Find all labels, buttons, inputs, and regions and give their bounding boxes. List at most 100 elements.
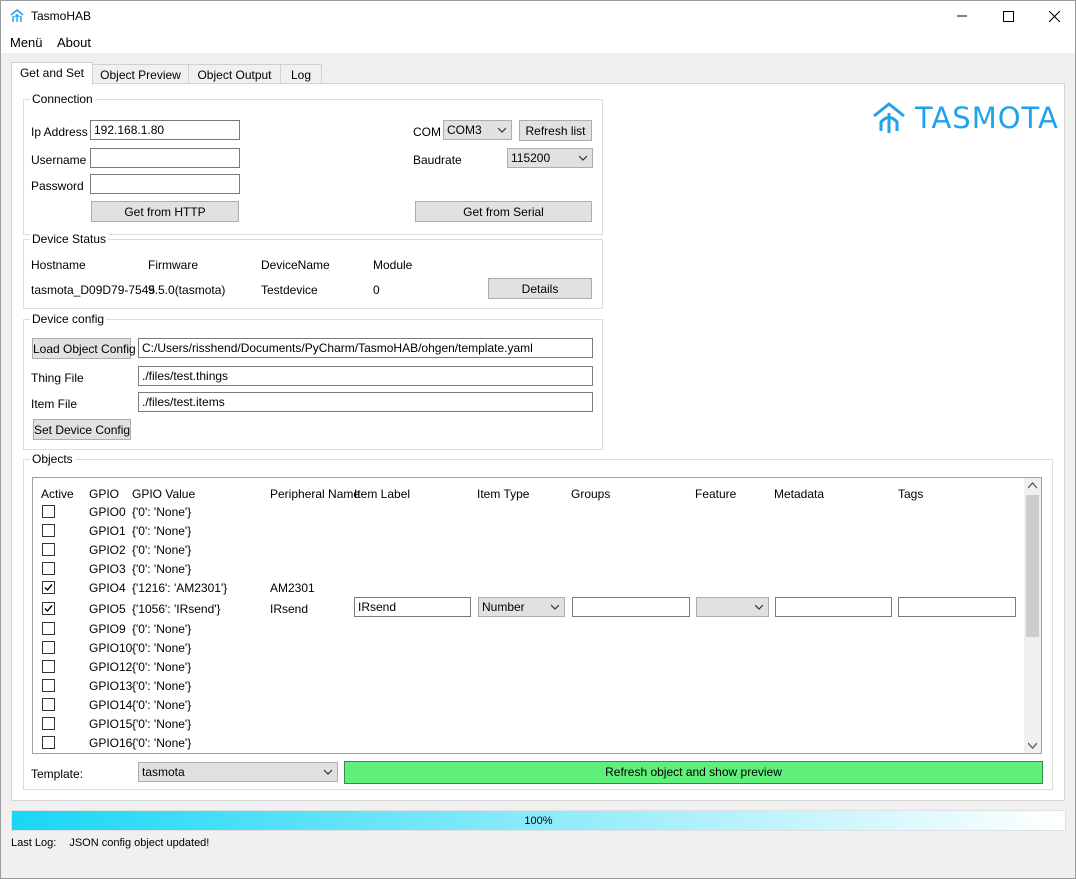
column-header-groups: Groups xyxy=(571,487,611,501)
column-header-item-type: Item Type xyxy=(477,487,530,501)
gpio-value-cell: {'0': 'None'} xyxy=(132,562,192,576)
connection-title: Connection xyxy=(30,92,95,106)
ip-address-label: Ip Address xyxy=(31,125,88,139)
password-label: Password xyxy=(31,179,84,193)
tab-object-output[interactable]: Object Output xyxy=(188,64,281,84)
gpio-cell: GPIO2 xyxy=(89,543,126,557)
maximize-button[interactable] xyxy=(985,1,1031,31)
active-checkbox[interactable] xyxy=(42,698,55,711)
groups-input[interactable] xyxy=(572,597,690,617)
chevron-down-icon xyxy=(498,127,506,133)
objects-scrollbar[interactable] xyxy=(1024,478,1041,753)
metadata-input[interactable] xyxy=(775,597,892,617)
tasmota-house-icon xyxy=(10,8,24,22)
app-window: TasmoHAB Menü About Get and Set Object P… xyxy=(0,0,1076,879)
item-type-select[interactable]: Number xyxy=(478,597,565,617)
active-checkbox[interactable] xyxy=(42,622,55,635)
tab-log[interactable]: Log xyxy=(280,64,322,84)
thing-file-input[interactable]: ./files/test.things xyxy=(138,366,593,386)
chevron-down-icon xyxy=(324,769,332,775)
tasmota-logo-text: TASMOTA xyxy=(915,101,1059,135)
scroll-down-icon[interactable] xyxy=(1028,741,1037,749)
menu-about[interactable]: About xyxy=(57,35,91,50)
ip-address-input[interactable]: 192.168.1.80 xyxy=(90,120,240,140)
table-row: GPIO4 {'1216': 'AM2301'} AM2301 xyxy=(33,578,1023,597)
active-checkbox[interactable] xyxy=(42,524,55,537)
get-from-http-button[interactable]: Get from HTTP xyxy=(91,201,239,222)
item-label-input[interactable]: IRsend xyxy=(354,597,471,617)
active-checkbox[interactable] xyxy=(42,717,55,730)
tags-input[interactable] xyxy=(898,597,1016,617)
item-file-input[interactable]: ./files/test.items xyxy=(138,392,593,412)
minimize-icon xyxy=(957,15,967,17)
active-checkbox[interactable] xyxy=(42,736,55,749)
column-header-metadata: Metadata xyxy=(774,487,825,501)
table-row: GPIO5 {'1056': 'IRsend'} IRsend IRsend Numbe… xyxy=(33,597,1023,620)
refresh-list-button[interactable]: Refresh list xyxy=(519,120,592,141)
active-checkbox[interactable] xyxy=(42,660,55,673)
gpio-value-cell: {'0': 'None'} xyxy=(132,736,192,750)
gpio-cell: GPIO0 xyxy=(89,505,126,519)
tab-object-preview[interactable]: Object Preview xyxy=(92,64,189,84)
gpio-value-cell: {'1056': 'IRsend'} xyxy=(132,602,221,616)
peripheral-name-cell: AM2301 xyxy=(270,581,315,595)
active-checkbox[interactable] xyxy=(42,679,55,692)
gpio-cell: GPIO1 xyxy=(89,524,126,538)
menu-menu[interactable]: Menü xyxy=(10,35,43,50)
scroll-up-icon[interactable] xyxy=(1028,482,1037,490)
gpio-cell: GPIO9 xyxy=(89,622,126,636)
active-checkbox[interactable] xyxy=(42,505,55,518)
gpio-cell: GPIO16 xyxy=(89,736,133,750)
close-button[interactable] xyxy=(1031,1,1076,31)
details-button[interactable]: Details xyxy=(488,278,592,299)
gpio-cell: GPIO10 xyxy=(89,641,133,655)
gpio-cell: GPIO15 xyxy=(89,717,133,731)
username-input[interactable] xyxy=(90,148,240,168)
thing-file-label: Thing File xyxy=(31,371,84,385)
feature-select[interactable] xyxy=(696,597,769,617)
window-title: TasmoHAB xyxy=(31,9,92,23)
get-from-serial-button[interactable]: Get from Serial xyxy=(415,201,592,222)
table-row: GPIO3 {'0': 'None'} xyxy=(33,559,1023,578)
table-row: GPIO9 {'0': 'None'} xyxy=(33,619,1023,638)
username-label: Username xyxy=(31,153,87,167)
checkmark-icon xyxy=(44,605,53,613)
set-device-config-button[interactable]: Set Device Config xyxy=(33,419,131,440)
active-checkbox[interactable] xyxy=(42,641,55,654)
devicename-value: Testdevice xyxy=(261,283,318,297)
active-checkbox[interactable] xyxy=(42,562,55,575)
minimize-button[interactable] xyxy=(939,1,985,31)
baudrate-label: Baudrate xyxy=(413,153,462,167)
template-label: Template: xyxy=(31,767,84,781)
gpio-value-cell: {'0': 'None'} xyxy=(132,717,192,731)
scrollbar-thumb[interactable] xyxy=(1026,495,1039,637)
table-row: GPIO12 {'0': 'None'} xyxy=(33,657,1023,676)
gpio-value-cell: {'0': 'None'} xyxy=(132,622,192,636)
tasmota-logo-icon xyxy=(873,102,905,133)
password-input[interactable] xyxy=(90,174,240,194)
module-value: 0 xyxy=(373,283,380,297)
tab-get-and-set[interactable]: Get and Set xyxy=(11,62,93,85)
template-select[interactable]: tasmota xyxy=(138,762,338,782)
baudrate-select[interactable]: 115200 xyxy=(507,148,593,168)
objects-title: Objects xyxy=(30,452,75,466)
checkmark-icon xyxy=(44,584,53,592)
table-row: GPIO2 {'0': 'None'} xyxy=(33,540,1023,559)
com-select[interactable]: COM3 xyxy=(443,120,512,140)
progress-bar: 100% xyxy=(11,810,1066,831)
active-checkbox[interactable] xyxy=(42,543,55,556)
objects-table: Active GPIO GPIO Value Peripheral Name I… xyxy=(32,477,1042,754)
com-select-value: COM3 xyxy=(447,123,482,137)
table-row: GPIO13 {'0': 'None'} xyxy=(33,676,1023,695)
refresh-object-preview-button[interactable]: Refresh object and show preview xyxy=(344,761,1043,784)
load-object-config-button[interactable]: Load Object Config xyxy=(32,338,136,359)
table-row: GPIO15 {'0': 'None'} xyxy=(33,714,1023,733)
gpio-value-cell: {'0': 'None'} xyxy=(132,679,192,693)
active-checkbox[interactable] xyxy=(42,581,55,594)
gpio-value-cell: {'0': 'None'} xyxy=(132,660,192,674)
table-row: GPIO14 {'0': 'None'} xyxy=(33,695,1023,714)
chevron-down-icon xyxy=(579,155,587,161)
config-path-input[interactable]: C:/Users/risshend/Documents/PyCharm/Tasm… xyxy=(138,338,593,358)
chevron-down-icon xyxy=(551,604,559,610)
active-checkbox[interactable] xyxy=(42,602,55,615)
